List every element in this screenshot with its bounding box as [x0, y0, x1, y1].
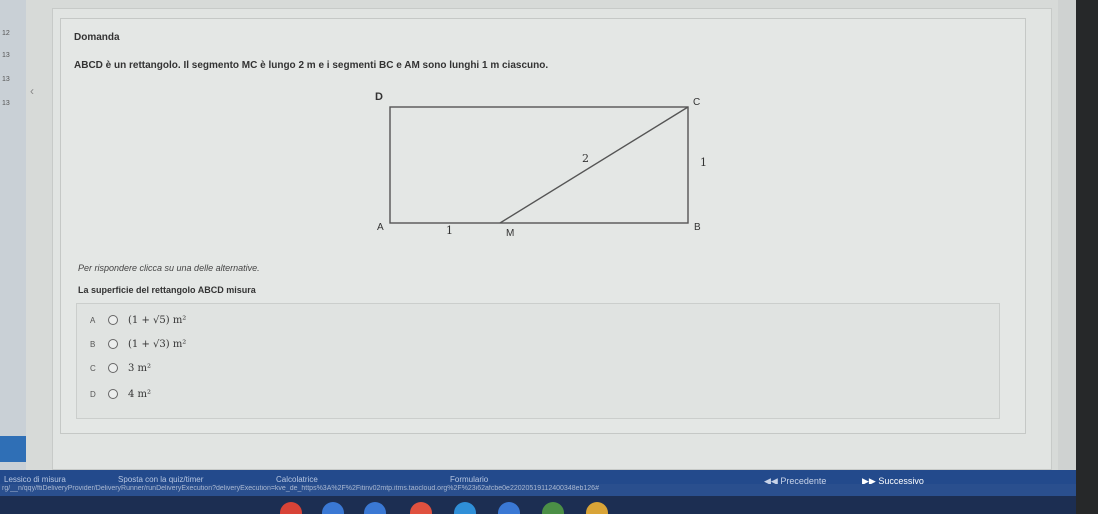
option-text: 3 m² [128, 362, 152, 374]
active-nav-marker [0, 436, 26, 462]
vertex-a-label: A [377, 222, 384, 233]
tool-glossary[interactable]: Lessico di misura [4, 475, 66, 484]
segment-mc [499, 106, 689, 224]
nav-item[interactable]: 13 [2, 76, 10, 83]
measure-mc-label: 2 [582, 152, 589, 165]
question-prompt: La superficie del rettangolo ABCD misura [78, 285, 256, 295]
question-text: ABCD è un rettangolo. Il segmento MC è l… [74, 60, 549, 71]
radio-button[interactable] [108, 339, 118, 349]
answer-option-a[interactable]: A (1 + √5) m² [90, 310, 186, 330]
rectangle-figure: D C A B M 2 1 1 [375, 91, 707, 236]
os-taskbar [0, 496, 1076, 514]
measure-am-label: 1 [446, 224, 453, 236]
option-letter: D [90, 389, 96, 399]
option-text: (1 + √3) m² [128, 338, 187, 350]
vertex-c-label: C [693, 97, 700, 108]
monitor-bezel [1076, 0, 1098, 514]
option-text: 4 m² [128, 388, 152, 400]
answer-option-d[interactable]: D 4 m² [90, 384, 151, 404]
radio-button[interactable] [108, 315, 118, 325]
vertex-b-label: B [694, 222, 701, 233]
option-letter: A [90, 315, 96, 325]
nav-item[interactable]: 13 [2, 52, 10, 59]
nav-item[interactable]: 13 [2, 100, 10, 107]
window-edge [1058, 0, 1076, 470]
tool-move-timer[interactable]: Sposta con la quiz/timer [118, 475, 203, 484]
option-letter: C [90, 363, 96, 373]
option-letter: B [90, 339, 96, 349]
answer-option-c[interactable]: C 3 m² [90, 358, 151, 378]
status-url: rg/__n/qqy/ftiDeliveryProvider/DeliveryR… [2, 485, 599, 492]
tool-formulas[interactable]: Formulario [450, 475, 488, 484]
point-m-label: M [506, 228, 514, 236]
nav-item[interactable]: 12 [2, 30, 10, 37]
left-nav-strip: 12 13 13 13 [0, 0, 26, 470]
measure-bc-label: 1 [700, 156, 707, 169]
chevron-left-icon[interactable]: ‹ [30, 84, 34, 98]
question-heading: Domanda [74, 32, 120, 43]
option-text: (1 + √5) m² [128, 314, 187, 326]
answer-option-b[interactable]: B (1 + √3) m² [90, 334, 186, 354]
tool-calculator[interactable]: Calcolatrice [276, 475, 318, 484]
radio-button[interactable] [108, 389, 118, 399]
radio-button[interactable] [108, 363, 118, 373]
vertex-d-label: D [375, 91, 383, 103]
options-box [76, 303, 1000, 419]
rectangle-abcd [389, 106, 689, 224]
answer-instruction: Per rispondere clicca su una delle alter… [78, 263, 260, 273]
